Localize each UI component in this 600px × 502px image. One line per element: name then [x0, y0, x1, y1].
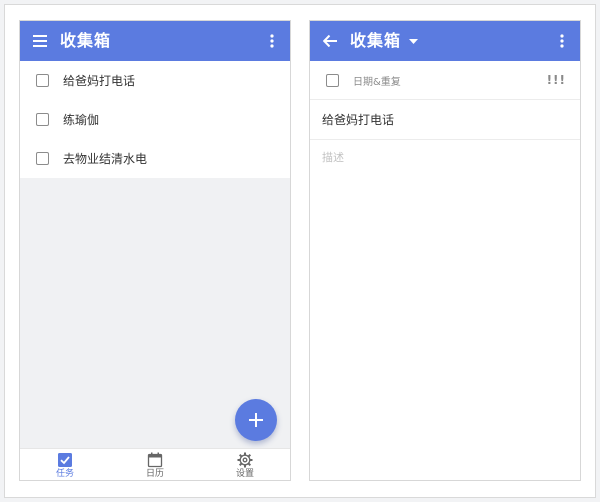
more-vertical-icon [560, 34, 564, 48]
task-label: 练瑜伽 [63, 113, 100, 127]
priority-button[interactable]: !!! [547, 61, 566, 100]
page-title: 收集箱 [60, 31, 112, 50]
task-list: 给爸妈打电话 练瑜伽 去物业结清水电 [20, 61, 290, 178]
caret-down-icon [409, 38, 419, 44]
plus-icon [249, 413, 263, 427]
add-task-button[interactable] [235, 399, 277, 441]
bottom-navigation: 任务 日历 设置 [20, 448, 290, 480]
app-bar: 收集箱 [310, 21, 580, 61]
gear-icon [237, 452, 253, 468]
app-bar: 收集箱 [20, 21, 290, 61]
checkbox-checked-icon [58, 453, 72, 467]
task-checkbox[interactable] [36, 74, 49, 87]
task-checkbox[interactable] [326, 73, 339, 87]
tab-label: 日历 [145, 469, 164, 479]
task-detail-screen: 收集箱 日期&重复 !!! 给爸妈打电话 [309, 20, 581, 481]
calendar-icon [147, 452, 163, 468]
menu-button[interactable] [20, 21, 60, 61]
back-button[interactable] [310, 21, 350, 61]
task-checkbox[interactable] [36, 113, 49, 126]
task-checkbox[interactable] [36, 152, 49, 165]
list-item[interactable]: 给爸妈打电话 [20, 61, 290, 100]
task-label: 去物业结清水电 [63, 152, 148, 166]
task-label: 给爸妈打电话 [63, 74, 136, 88]
task-title-field[interactable]: 给爸妈打电话 [310, 100, 580, 140]
more-vertical-icon [270, 34, 274, 48]
hamburger-icon [33, 35, 47, 47]
description-input[interactable] [310, 141, 580, 441]
tab-label: 设置 [235, 469, 254, 479]
tab-settings[interactable]: 设置 [200, 449, 290, 480]
page-title: 收集箱 [350, 31, 402, 50]
more-options-button[interactable] [260, 21, 284, 61]
list-selector-button[interactable] [409, 21, 419, 61]
task-meta-row: 日期&重复 !!! [310, 61, 580, 100]
tab-calendar[interactable]: 日历 [110, 449, 200, 480]
date-repeat-button[interactable]: 日期&重复 [353, 73, 401, 88]
more-options-button[interactable] [550, 21, 574, 61]
tab-tasks[interactable]: 任务 [20, 449, 110, 480]
list-item[interactable]: 去物业结清水电 [20, 139, 290, 178]
list-item[interactable]: 练瑜伽 [20, 100, 290, 139]
task-list-screen: 收集箱 给爸妈打电话 练瑜伽 去物业结清水电 任务 日历 设置 [19, 20, 291, 481]
arrow-left-icon [323, 35, 337, 47]
tab-label: 任务 [55, 469, 74, 479]
